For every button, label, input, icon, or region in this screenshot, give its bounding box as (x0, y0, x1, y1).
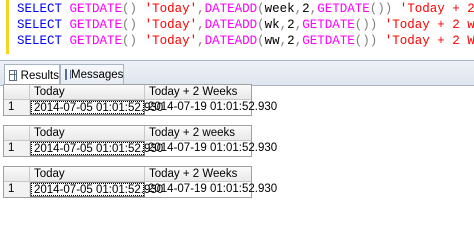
cell-today[interactable]: 2014-07-05 01:01:52.930 (30, 141, 163, 156)
tab-messages-label: Messages (71, 68, 124, 81)
code-token: DATEADD (204, 2, 258, 16)
code-line-2[interactable]: SELECT GETDATE() 'Today',DATEADD(wk,2,GE… (17, 17, 474, 33)
code-token: ( (257, 34, 265, 48)
table-row[interactable]: 1 2014-07-05 01:01:52.930 2014-07-19 01:… (4, 182, 277, 197)
code-token: week (264, 2, 295, 16)
code-token: GETDATE (69, 18, 123, 32)
grid-header: Today Today + 2 weeks (4, 126, 251, 141)
code-token: 'Today + 2 Weeks' (384, 34, 474, 48)
tab-messages[interactable]: Messages (60, 64, 124, 84)
code-token: 'Today + 2 weeks' (384, 18, 474, 32)
row-number[interactable]: 1 (4, 141, 30, 156)
changed-lines-marker (6, 0, 9, 54)
code-token: , (197, 18, 205, 32)
table-row[interactable]: 1 2014-07-05 01:01:52.930 2014-07-19 01:… (4, 141, 277, 156)
column-header-today-plus-2-weeks[interactable]: Today + 2 Weeks (145, 167, 251, 181)
column-header-today-plus-2-weeks[interactable]: Today + 2 weeks (145, 126, 251, 140)
results-grid-icon (9, 70, 17, 81)
code-token: GETDATE (69, 2, 123, 16)
code-token: ()) (354, 34, 378, 48)
column-header-today[interactable]: Today (30, 167, 145, 181)
results-pane: Today Today + 2 Weeks 1 2014-07-05 01:01… (0, 84, 474, 200)
code-token: () (122, 2, 138, 16)
code-token: GETDATE (317, 2, 370, 16)
code-token: DATEADD (204, 34, 258, 48)
code-token: , (197, 2, 205, 16)
code-line-1[interactable]: SELECT GETDATE() 'Today',DATEADD(week,2,… (17, 1, 474, 17)
results-tab-bar: Results Messages (0, 60, 474, 86)
grid-header: Today Today + 2 Weeks (4, 167, 251, 182)
code-token: 'Today' (144, 2, 198, 16)
code-token: 'Today' (144, 34, 198, 48)
column-header-today[interactable]: Today (30, 126, 145, 140)
result-grid-1[interactable]: Today Today + 2 Weeks 1 2014-07-05 01:01… (3, 84, 277, 116)
result-grid-3[interactable]: Today Today + 2 Weeks 1 2014-07-05 01:01… (3, 166, 277, 198)
cell-today[interactable]: 2014-07-05 01:01:52.930 (30, 182, 163, 197)
row-header-corner[interactable] (4, 85, 30, 99)
cell-today-plus-2-weeks[interactable]: 2014-07-19 01:01:52.930 (145, 141, 277, 156)
code-token: 'Today' (144, 18, 198, 32)
code-token: 'Today + 2 Weeks' (399, 2, 474, 16)
code-token: 2 (287, 34, 295, 48)
code-line-3[interactable]: SELECT GETDATE() 'Today',DATEADD(ww,2,GE… (17, 33, 474, 49)
code-token: ( (257, 2, 265, 16)
code-token: DATEADD (204, 18, 258, 32)
code-token: GETDATE (302, 18, 355, 32)
row-header-corner[interactable] (4, 167, 30, 181)
table-row[interactable]: 1 2014-07-05 01:01:52.930 2014-07-19 01:… (4, 100, 277, 115)
tab-results-label: Results (20, 69, 59, 82)
code-token: () (122, 18, 138, 32)
code-token: SELECT (17, 2, 63, 16)
code-token: GETDATE (69, 34, 123, 48)
code-token: SELECT (17, 34, 63, 48)
cell-today-plus-2-weeks[interactable]: 2014-07-19 01:01:52.930 (145, 182, 277, 197)
code-token: ()) (354, 18, 378, 32)
result-grid-2[interactable]: Today Today + 2 weeks 1 2014-07-05 01:01… (3, 125, 277, 157)
code-token: 2 (287, 18, 295, 32)
column-header-today-plus-2-weeks[interactable]: Today + 2 Weeks (145, 85, 251, 99)
row-number[interactable]: 1 (4, 182, 30, 197)
code-token: ( (257, 18, 265, 32)
code-token: , (197, 34, 205, 48)
messages-icon (65, 69, 71, 80)
code-token: SELECT (17, 18, 63, 32)
cell-today-plus-2-weeks[interactable]: 2014-07-19 01:01:52.930 (145, 100, 277, 115)
cell-today[interactable]: 2014-07-05 01:01:52.930 (30, 100, 163, 115)
code-token: ww (264, 34, 280, 48)
grid-header: Today Today + 2 Weeks (4, 85, 251, 100)
sql-editor[interactable]: SELECT GETDATE() 'Today',DATEADD(week,2,… (0, 0, 474, 60)
code-token: () (122, 34, 138, 48)
row-number[interactable]: 1 (4, 100, 30, 115)
code-token: 2 (302, 2, 310, 16)
column-header-today[interactable]: Today (30, 85, 145, 99)
code-token: wk (264, 18, 280, 32)
row-header-corner[interactable] (4, 126, 30, 140)
tab-results[interactable]: Results (4, 64, 60, 86)
code-token: GETDATE (302, 34, 355, 48)
code-token: ()) (369, 2, 393, 16)
